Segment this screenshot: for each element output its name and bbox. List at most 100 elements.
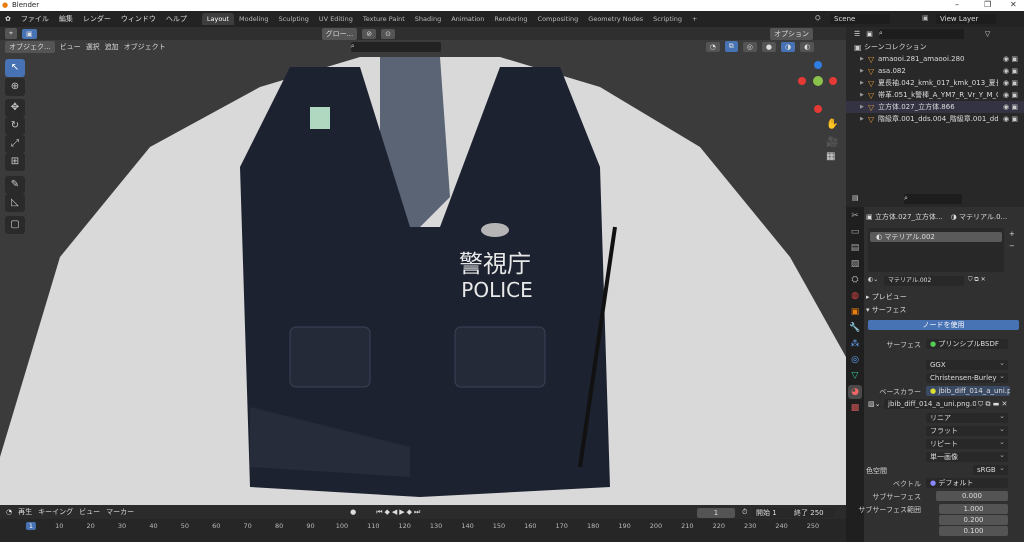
snap-icon[interactable]: ⊘ — [362, 28, 377, 39]
render-tab-icon[interactable]: ▭ — [848, 225, 862, 239]
material-slot-list[interactable]: ◐ マテリアル.002 — [868, 228, 1004, 272]
outliner-item[interactable]: ▶ ▽ asa.082 ◉ ▣ — [846, 65, 1024, 77]
subsurface-field[interactable]: 0.000 — [936, 491, 1008, 501]
editor-type-icon[interactable]: ▤ — [852, 194, 859, 202]
tool-tab-icon[interactable]: ✂ — [848, 209, 862, 223]
scale-tool-icon[interactable]: ⤢ — [5, 135, 25, 153]
menu-playback[interactable]: 再生 — [18, 507, 32, 517]
timeline-track[interactable]: 1 10 20 30 40 50 60 70 80 90 100 110 120 130 140 150 160… — [0, 519, 846, 542]
close-button[interactable]: ✕ — [1010, 0, 1017, 9]
blender-menu-icon[interactable]: ✿ — [0, 15, 16, 23]
visibility-icon[interactable]: ◉ ▣ — [1003, 103, 1018, 111]
mode-dropdown[interactable]: オブジェク... — [5, 40, 55, 53]
material-slot-item[interactable]: ◐ マテリアル.002 — [870, 232, 1002, 242]
colorspace-dropdown[interactable]: sRGB — [973, 463, 1008, 475]
distribution-dropdown[interactable]: GGX — [926, 358, 1008, 370]
subsurface-method-dropdown[interactable]: Christensen-Burley — [926, 371, 1008, 383]
viewport-search-input[interactable]: ⌕ — [350, 41, 441, 52]
menu-select[interactable]: 選択 — [86, 42, 100, 52]
view-layer-tab-icon[interactable]: ▧ — [848, 257, 862, 271]
shading-wire-icon[interactable]: ◎ — [742, 41, 757, 52]
overlay-icon[interactable]: ◔ — [705, 41, 720, 52]
hand-pan-icon[interactable]: ✋ — [826, 119, 838, 130]
expand-icon[interactable]: ▶ — [860, 104, 868, 110]
use-nodes-button[interactable]: ノードを使用 — [868, 320, 1019, 330]
tab-layout[interactable]: Layout — [201, 13, 234, 25]
preview-panel-header[interactable]: ▸ プレビュー — [866, 291, 1020, 302]
shading-rendered-icon[interactable]: ◐ — [800, 41, 815, 52]
outliner-item[interactable]: ▶ ▽ 夏長袖.042_kmk_017_kmk_013_夏長袖 ◉ ▣ — [846, 77, 1024, 89]
interpolation-dropdown[interactable]: リニア — [926, 411, 1008, 423]
vector-field[interactable]: ● デフォルト — [926, 478, 1008, 488]
options-dropdown[interactable]: オプション — [770, 27, 814, 40]
scene-selector[interactable]: Scene — [830, 14, 890, 24]
annotate-tool-icon[interactable]: ✎ — [5, 176, 25, 194]
image-actions-icon[interactable]: ⛉ ⧉ ▬ ✕ — [978, 400, 1007, 409]
particles-tab-icon[interactable]: ⁂ — [848, 337, 862, 351]
remove-slot-button[interactable]: − — [1009, 242, 1015, 250]
outliner-search-input[interactable]: ⌕ — [878, 29, 964, 39]
start-frame-field[interactable]: 開始 1 — [752, 508, 790, 518]
material-name-field[interactable]: マテリアル.002 — [884, 276, 964, 286]
shading-solid-icon[interactable]: ● — [761, 41, 777, 52]
end-frame-field[interactable]: 終了 250 — [790, 508, 835, 518]
surface-panel-header[interactable]: ▾ サーフェス — [866, 304, 1020, 315]
base-color-field[interactable]: ● jbib_diff_014_a_uni.png.0... — [926, 386, 1010, 396]
subsurface-radius-z[interactable]: 0.100 — [939, 526, 1008, 536]
extension-dropdown[interactable]: リピート — [926, 437, 1008, 449]
outliner-item[interactable]: ▶ ▽ amaooi.281_amaooi.280 ◉ ▣ — [846, 53, 1024, 65]
transform-pivot-icon[interactable]: ⌖ — [5, 28, 17, 39]
scene-tab-icon[interactable]: ⛭ — [848, 273, 862, 287]
object-tab-icon[interactable]: ▣ — [848, 305, 862, 319]
menu-help[interactable]: ヘルプ — [161, 14, 192, 24]
menu-keying[interactable]: キーイング — [38, 507, 73, 517]
expand-icon[interactable]: ▶ — [860, 68, 868, 74]
proportional-edit-icon[interactable]: ⊙ — [381, 28, 396, 39]
visibility-icon[interactable]: ◉ ▣ — [1003, 55, 1018, 63]
modifier-tab-icon[interactable]: 🔧 — [848, 321, 862, 335]
select-tool-icon[interactable]: ↖ — [5, 59, 25, 77]
tab-animation[interactable]: Animation — [446, 13, 489, 25]
menu-view[interactable]: ビュー — [60, 42, 81, 52]
menu-marker[interactable]: マーカー — [106, 507, 134, 517]
outliner-item[interactable]: ▶ ▽ 階級章.001_dds.004_階級章.001_dds.0 ◉ ▣ — [846, 113, 1024, 125]
camera-view-icon[interactable]: 🎥 — [826, 137, 838, 148]
expand-icon[interactable]: ▶ — [860, 92, 868, 98]
expand-icon[interactable]: ▶ — [860, 56, 868, 62]
visibility-icon[interactable]: ◉ ▣ — [1003, 79, 1018, 87]
tab-uv-editing[interactable]: UV Editing — [314, 13, 358, 25]
current-frame-field[interactable]: 1 — [697, 508, 735, 518]
menu-edit[interactable]: 編集 — [54, 14, 78, 24]
source-dropdown[interactable]: 単一画像 — [926, 450, 1008, 462]
tab-modeling[interactable]: Modeling — [234, 13, 274, 25]
menu-window[interactable]: ウィンドウ — [116, 14, 161, 24]
tab-scripting[interactable]: Scripting — [648, 13, 687, 25]
scene-collection-row[interactable]: ▣ シーンコレクション — [846, 41, 1024, 53]
editor-type-icon[interactable]: ◔ — [6, 508, 12, 516]
add-slot-button[interactable]: + — [1009, 230, 1015, 238]
tab-compositing[interactable]: Compositing — [533, 13, 584, 25]
minimize-button[interactable]: – — [955, 0, 959, 9]
output-tab-icon[interactable]: ▤ — [848, 241, 862, 255]
rotate-tool-icon[interactable]: ↻ — [5, 117, 25, 135]
current-frame-marker[interactable]: 1 — [25, 522, 37, 530]
material-tab-icon[interactable]: ◕ — [848, 385, 862, 399]
menu-view[interactable]: ビュー — [79, 507, 100, 517]
world-tab-icon[interactable]: ◍ — [848, 289, 862, 303]
tab-texture-paint[interactable]: Texture Paint — [358, 13, 410, 25]
image-name-field[interactable]: jbib_diff_014_a_uni.png.001 — [884, 399, 976, 409]
playback-controls[interactable]: ⏮◆◀▶◆⏭ — [376, 508, 422, 517]
visibility-icon[interactable]: ◉ ▣ — [1003, 91, 1018, 99]
measure-tool-icon[interactable]: ◺ — [5, 194, 25, 212]
transform-orientation-dropdown[interactable]: グロー... — [321, 27, 358, 40]
menu-object[interactable]: オブジェクト — [124, 42, 166, 52]
tab-shading[interactable]: Shading — [410, 13, 446, 25]
projection-dropdown[interactable]: フラット — [926, 424, 1008, 436]
select-box-icon[interactable]: ▣ — [21, 28, 37, 39]
physics-tab-icon[interactable]: ◎ — [848, 353, 862, 367]
subsurface-radius-y[interactable]: 0.200 — [939, 515, 1008, 525]
material-actions-icon[interactable]: ⛉ ⧉ ✕ — [968, 276, 1004, 284]
subsurface-radius-x[interactable]: 1.000 — [939, 504, 1008, 514]
visibility-icon[interactable]: ◉ ▣ — [1003, 115, 1018, 123]
shading-material-icon[interactable]: ◑ — [781, 41, 796, 52]
